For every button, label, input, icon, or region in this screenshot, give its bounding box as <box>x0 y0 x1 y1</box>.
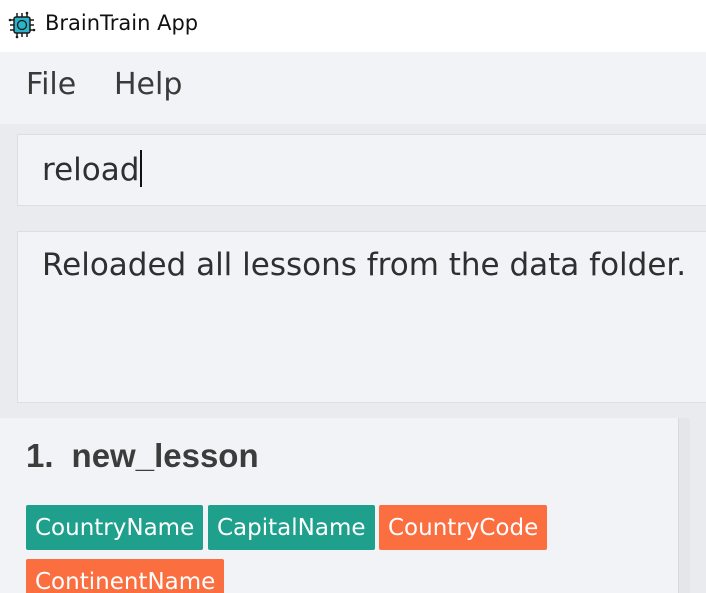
tag-capital-name: CapitalName <box>208 505 375 550</box>
menu-help[interactable]: Help <box>114 67 182 102</box>
text-caret <box>140 150 143 187</box>
tag-country-name: CountryName <box>26 505 204 550</box>
command-input-value[interactable]: reload <box>42 150 143 188</box>
tag-continent-name: ContinentName <box>26 559 225 593</box>
window-title: BrainTrain App <box>45 11 199 35</box>
brain-chip-icon <box>8 11 36 39</box>
tag-country-code: CountryCode <box>379 505 548 550</box>
lesson-title: 1. new_lesson <box>26 437 259 475</box>
lesson-list-scrollbar[interactable] <box>678 418 690 593</box>
lesson-index: 1. <box>26 437 54 474</box>
lesson-name: new_lesson <box>71 437 259 474</box>
menu-bar <box>0 52 706 124</box>
result-message: Reloaded all lessons from the data folde… <box>42 247 687 283</box>
menu-file[interactable]: File <box>26 67 76 102</box>
